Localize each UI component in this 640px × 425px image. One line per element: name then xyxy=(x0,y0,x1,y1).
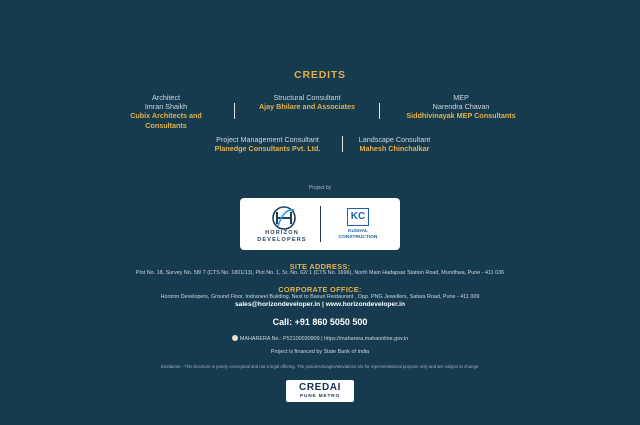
finance-note: Project is financed by State Bank of Ind… xyxy=(270,349,370,355)
credit-firm: Planedge Consultants Pvt. Ltd. xyxy=(214,144,321,154)
kc-wordmark: KUSHAL CONSTRUCTION xyxy=(330,229,386,240)
credit-firm: Siddhivinayak MEP Consultants xyxy=(406,111,516,121)
credit-firm: Mahesh Chinchalkar xyxy=(359,144,430,154)
disclaimer: Disclaimer - This brochure is purely con… xyxy=(160,364,480,369)
credit-mep: MEP Narendra Chavan Siddhivinayak MEP Co… xyxy=(380,93,542,121)
credai-logo: CREDAI PUNE METRO xyxy=(286,380,354,402)
site-address-text: Plot No. 18, Survey No. 58/ 7 (CTS No. 1… xyxy=(135,270,505,276)
rera-qr-icon xyxy=(231,335,238,341)
horizon-sub: DEVELOPERS xyxy=(257,236,307,243)
project-by-label: Project by xyxy=(308,185,332,191)
credit-firm: Cubix Architects and Consultants xyxy=(130,111,202,130)
developer-logos: HORIZON DEVELOPERS KC KUSHAL CONSTRUCTIO… xyxy=(240,198,400,250)
credit-role: Structural Consultant xyxy=(273,93,341,102)
credit-project-management: Project Management Consultant Planedge C… xyxy=(194,135,342,153)
kc-sub: CONSTRUCTION xyxy=(338,234,378,240)
credits-row-1: Architect Imran Shaikh Cubix Architects … xyxy=(0,93,640,130)
credit-structural: Structural Consultant Ajay Bhilare and A… xyxy=(235,93,379,111)
credit-architect: Architect Imran Shaikh Cubix Architects … xyxy=(98,93,234,130)
credit-role: Project Management Consultant xyxy=(216,135,319,144)
credit-role: Landscape Consultant xyxy=(358,135,431,144)
maharera-text: MAHARERA No.: P52100030909 | https://mah… xyxy=(239,336,409,342)
horizon-wordmark: HORIZON DEVELOPERS xyxy=(250,230,314,243)
contact-links[interactable]: sales@horizondeveloper.in | www.horizond… xyxy=(0,301,640,308)
credai-sub: PUNE METRO xyxy=(300,394,340,399)
credits-row-2: Project Management Consultant Planedge C… xyxy=(0,135,640,153)
credit-firm: Ajay Bhilare and Associates xyxy=(258,102,355,112)
logo-divider xyxy=(320,206,321,242)
credits-title: CREDITS xyxy=(294,69,346,81)
corporate-office-title: CORPORATE OFFICE: xyxy=(278,285,362,294)
credit-role: MEP xyxy=(453,93,469,102)
kc-logo-icon: KC xyxy=(347,208,369,226)
call-number[interactable]: Call: +91 860 5050 500 xyxy=(0,317,640,327)
credit-name: Narendra Chavan xyxy=(432,102,490,112)
credit-role: Architect xyxy=(152,93,180,102)
maharera-line: MAHARERA No.: P52100030909 | https://mah… xyxy=(0,335,640,342)
corporate-office-text: Horizon Developers, Ground Floor, Indran… xyxy=(160,294,480,300)
credit-landscape: Landscape Consultant Mahesh Chinchalkar xyxy=(343,135,447,153)
credit-name: Imran Shaikh xyxy=(144,102,188,112)
credai-wordmark: CREDAI xyxy=(299,382,341,393)
